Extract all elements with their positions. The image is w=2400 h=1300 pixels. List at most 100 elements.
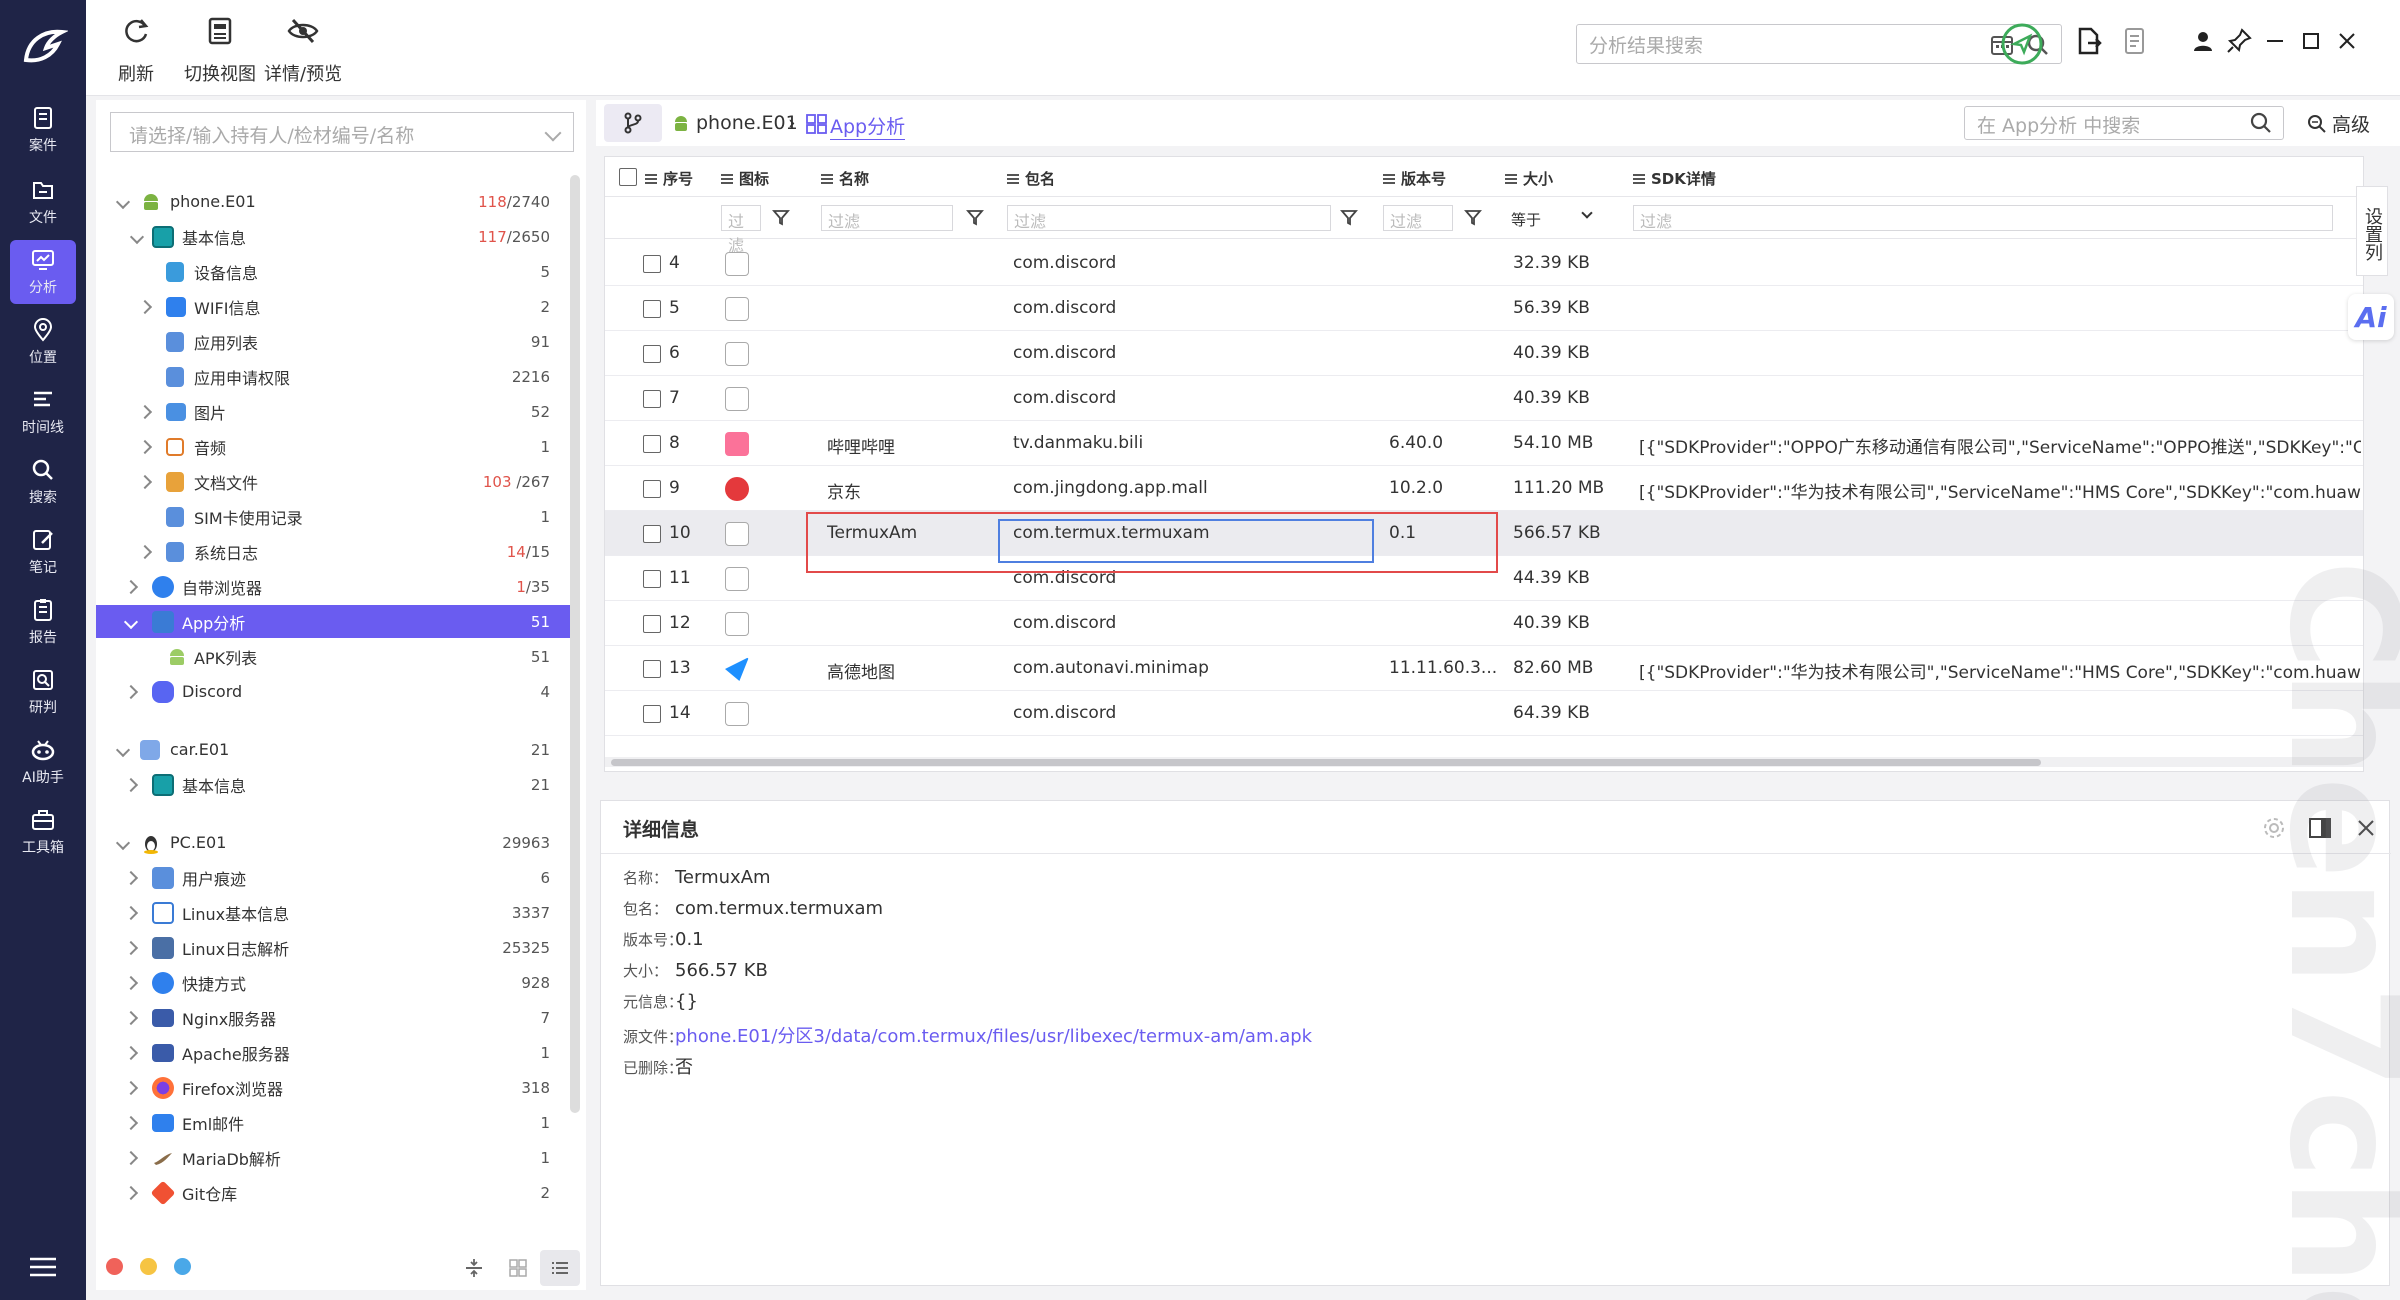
chevron-down-icon[interactable]	[115, 194, 131, 209]
nav-toolbox[interactable]: 工具箱	[10, 800, 76, 864]
tree-node-git[interactable]: Git仓库 2	[96, 1176, 572, 1209]
filter-version-column[interactable]: 过滤	[1383, 205, 1453, 231]
row-checkbox[interactable]	[643, 255, 661, 273]
tree-node-builtin-browser[interactable]: 自带浏览器 1/35	[96, 570, 572, 603]
filter-sdk-column[interactable]: 过滤	[1633, 205, 2333, 231]
chevron-right-icon[interactable]	[123, 777, 139, 792]
pin-icon[interactable]	[2224, 26, 2254, 56]
tree-node-phone-e01[interactable]: phone.E01 118/2740	[96, 185, 572, 218]
nav-timeline[interactable]: 时间线	[10, 380, 76, 444]
tree-node-linux-basic[interactable]: Linux基本信息 3337	[96, 896, 572, 929]
chevron-right-icon[interactable]	[137, 439, 153, 454]
holder-select[interactable]: 请选择/输入持有人/检材编号/名称	[110, 112, 574, 152]
tree-node-pc-e01[interactable]: PC.E01 29963	[96, 826, 572, 859]
chevron-right-icon[interactable]	[137, 299, 153, 314]
chevron-right-icon[interactable]	[123, 1010, 139, 1025]
collapse-all-button[interactable]	[454, 1250, 494, 1286]
table-row[interactable]: 7 com.discord 40.39 KB	[605, 376, 2363, 421]
close-icon[interactable]	[2353, 815, 2379, 841]
tree-node-firefox[interactable]: Firefox浏览器 318	[96, 1071, 572, 1104]
row-checkbox[interactable]	[643, 480, 661, 498]
tree-node-nginx[interactable]: Nginx服务器 7	[96, 1001, 572, 1034]
branch-button[interactable]	[604, 104, 662, 142]
row-checkbox[interactable]	[643, 435, 661, 453]
column-header-package[interactable]: 包名	[1007, 168, 1055, 189]
chevron-right-icon[interactable]	[123, 1185, 139, 1200]
chevron-right-icon[interactable]	[123, 579, 139, 594]
table-row[interactable]: 9 京东 com.jingdong.app.mall 10.2.0 111.20 MB […	[605, 466, 2363, 511]
split-panel-icon[interactable]	[2307, 815, 2333, 841]
column-header-name[interactable]: 名称	[821, 168, 869, 189]
column-settings-tab[interactable]: 设置列	[2356, 186, 2388, 276]
tree-node-shortcuts[interactable]: 快捷方式 928	[96, 966, 572, 999]
size-filter-operator[interactable]: 等于	[1511, 209, 1541, 230]
select-all-checkbox[interactable]	[619, 168, 637, 186]
tree-node-app-permissions[interactable]: 应用申请权限 2216	[96, 360, 572, 393]
close-icon[interactable]	[2332, 26, 2362, 56]
tree-scrollbar[interactable]	[570, 175, 580, 1113]
row-checkbox[interactable]	[643, 300, 661, 318]
row-checkbox[interactable]	[643, 615, 661, 633]
chevron-right-icon[interactable]	[123, 905, 139, 920]
filter-name-column[interactable]: 过滤	[821, 205, 953, 231]
tree-node-sim-records[interactable]: SIM卡使用记录 1	[96, 500, 572, 533]
nav-case[interactable]: 案件	[10, 98, 76, 162]
export-icon[interactable]	[2074, 26, 2104, 56]
row-checkbox[interactable]	[643, 345, 661, 363]
tree-node-documents[interactable]: 文档文件 103 /267	[96, 465, 572, 498]
table-row[interactable]: 6 com.discord 40.39 KB	[605, 331, 2363, 376]
column-header-icon[interactable]: 图标	[721, 168, 769, 189]
nav-files[interactable]: 文件	[10, 170, 76, 234]
filter-icon[interactable]	[771, 207, 791, 227]
filter-icon[interactable]	[965, 207, 985, 227]
nav-location[interactable]: 位置	[10, 310, 76, 374]
tree-node-apache[interactable]: Apache服务器 1	[96, 1036, 572, 1069]
column-header-version[interactable]: 版本号	[1383, 168, 1446, 189]
tree-node-car-e01[interactable]: car.E01 21	[96, 733, 572, 766]
chevron-right-icon[interactable]	[137, 544, 153, 559]
filter-icon[interactable]	[1463, 207, 1483, 227]
gear-icon[interactable]	[2261, 815, 2287, 841]
refresh-button[interactable]: 刷新	[118, 14, 154, 86]
nav-analysis[interactable]: 分析	[10, 240, 76, 304]
chevron-right-icon[interactable]	[123, 975, 139, 990]
chevron-right-icon[interactable]	[123, 1150, 139, 1165]
tree-node-apk-list[interactable]: APK列表 51	[96, 640, 572, 673]
breadcrumb-current[interactable]: App分析	[830, 112, 906, 140]
row-checkbox[interactable]	[643, 525, 661, 543]
row-checkbox[interactable]	[643, 570, 661, 588]
nav-search[interactable]: 搜索	[10, 450, 76, 514]
chevron-down-icon[interactable]	[1581, 207, 1593, 219]
filter-package-column[interactable]: 过滤	[1007, 205, 1331, 231]
table-row[interactable]: 13 高德地图 com.autonavi.minimap 11.11.60.3... 8…	[605, 646, 2363, 691]
chevron-down-icon[interactable]	[115, 835, 131, 850]
nav-notes[interactable]: 笔记	[10, 520, 76, 584]
grid-view-button[interactable]	[498, 1250, 538, 1286]
tree-node-car-basic-info[interactable]: 基本信息 21	[96, 768, 572, 801]
breadcrumb-device[interactable]: phone.E01	[696, 112, 798, 134]
app-analysis-search-input[interactable]: 在 App分析 中搜索	[1964, 106, 2284, 140]
tree-node-app-analysis[interactable]: App分析 51	[96, 605, 572, 638]
tree-node-audio[interactable]: 音频 1	[96, 430, 572, 463]
chevron-right-icon[interactable]	[123, 684, 139, 699]
detail-preview-button[interactable]: 详情/预览	[264, 14, 342, 86]
chevron-right-icon[interactable]	[137, 404, 153, 419]
report-doc-icon[interactable]	[2120, 26, 2150, 56]
chevron-right-icon[interactable]	[137, 474, 153, 489]
source-file-link[interactable]: phone.E01/分区3/data/com.termux/files/usr/…	[675, 1026, 1312, 1047]
nav-ai-assistant[interactable]: AI助手	[10, 730, 76, 794]
row-checkbox[interactable]	[643, 390, 661, 408]
advanced-search-button[interactable]: 高级	[2306, 110, 2370, 137]
nav-report[interactable]: 报告	[10, 590, 76, 654]
chevron-right-icon[interactable]	[123, 1080, 139, 1095]
chevron-right-icon[interactable]	[123, 870, 139, 885]
table-row[interactable]: 4 com.discord 32.39 KB	[605, 241, 2363, 286]
switch-view-button[interactable]: 切换视图	[184, 14, 256, 86]
nav-judge[interactable]: 研判	[10, 660, 76, 724]
tree-node-device-info[interactable]: 设备信息 5	[96, 255, 572, 288]
filter-icon-column[interactable]: 过滤	[721, 205, 761, 255]
tree-node-mariadb[interactable]: MariaDb解析 1	[96, 1141, 572, 1174]
chevron-right-icon[interactable]	[123, 1045, 139, 1060]
table-row[interactable]: 8 哔哩哔哩 tv.danmaku.bili 6.40.0 54.10 MB [{"SDK…	[605, 421, 2363, 466]
chevron-down-icon[interactable]	[115, 742, 131, 757]
